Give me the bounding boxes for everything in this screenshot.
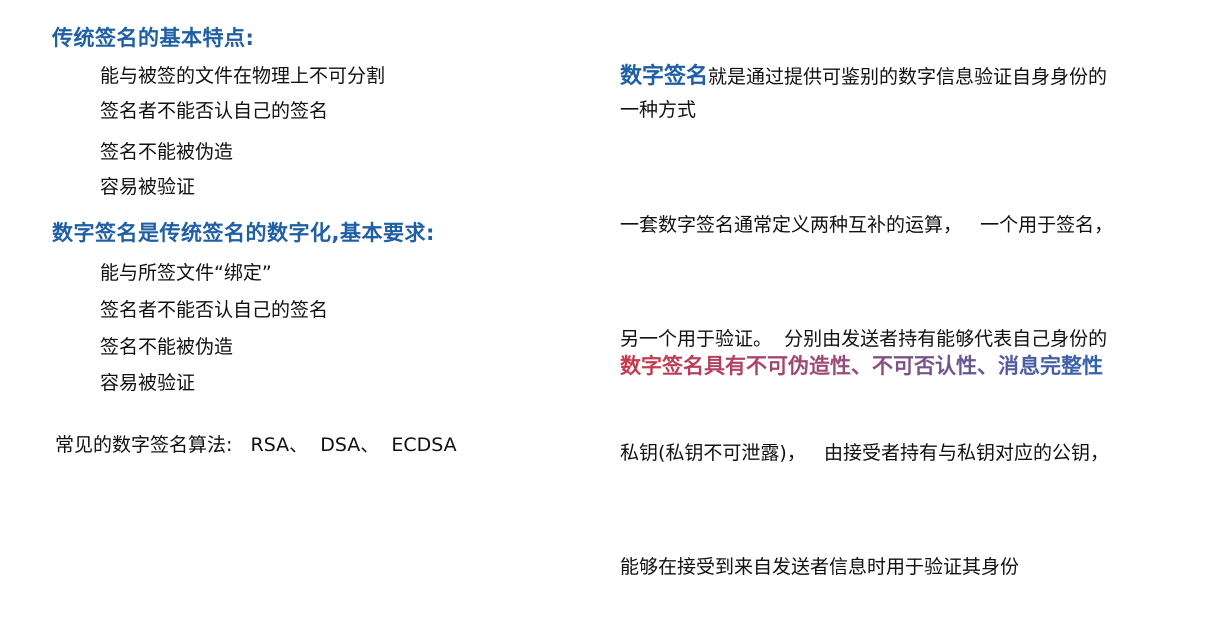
definition-line-1: 数字签名就是通过提供可鉴别的数字信息验证自身身份的 xyxy=(620,58,1107,90)
operations-line-1: 一套数字签名通常定义两种互补的运算， 一个用于签名， xyxy=(620,214,1114,236)
digital-signature-heading: 数字签名是传统签名的数字化,基本要求: xyxy=(52,221,435,245)
traditional-item-4: 容易被验证 xyxy=(100,176,196,198)
digital-item-1: 能与所签文件“绑定” xyxy=(100,262,272,284)
traditional-signature-heading: 传统签名的基本特点: xyxy=(52,26,255,50)
digital-item-3: 签名不能被伪造 xyxy=(100,336,234,358)
definition-term: 数字签名 xyxy=(620,64,709,89)
digital-item-4: 容易被验证 xyxy=(100,372,196,394)
operations-line-4: 能够在接受到来自发送者信息时用于验证其身份 xyxy=(620,556,1020,578)
operations-line-3: 私钥(私钥不可泄露)， 由接受者持有与私钥对应的公钥， xyxy=(620,442,1109,464)
traditional-item-2: 签名者不能否认自己的签名 xyxy=(100,100,329,122)
definition-rest: 就是通过提供可鉴别的数字信息验证自身身份的 xyxy=(708,66,1108,88)
properties-statement: 数字签名具有不可伪造性、不可否认性、消息完整性 xyxy=(620,350,1103,380)
definition-line-2: 一种方式 xyxy=(620,99,697,121)
algorithms-line: 常见的数字签名算法: RSA、 DSA、 ECDSA xyxy=(55,434,457,456)
traditional-item-3: 签名不能被伪造 xyxy=(100,141,234,163)
traditional-item-1: 能与被签的文件在物理上不可分割 xyxy=(100,65,386,87)
digital-item-2: 签名者不能否认自己的签名 xyxy=(100,299,329,321)
